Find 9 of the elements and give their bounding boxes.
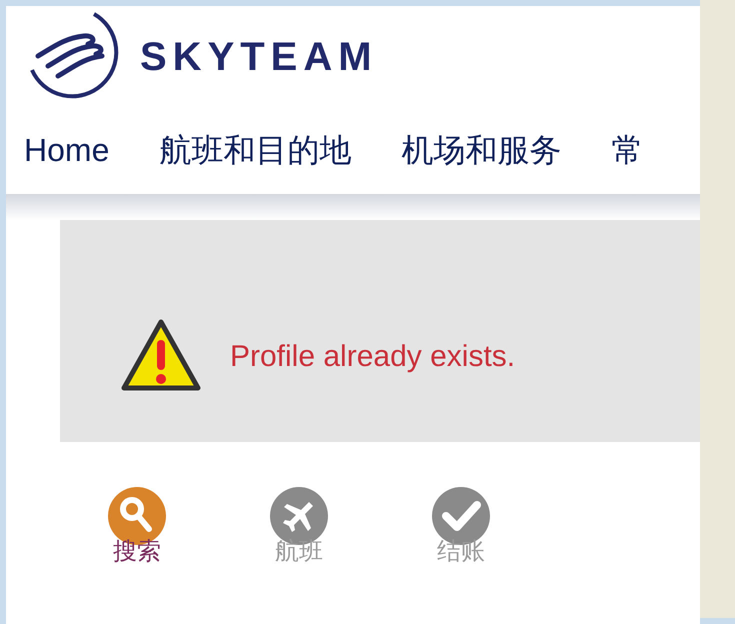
nav-link[interactable]: 常 bbox=[611, 126, 644, 174]
error-message: Profile already exists. bbox=[230, 338, 516, 374]
nav-link[interactable]: Home bbox=[24, 126, 110, 174]
nav-link[interactable]: 机场和服务 bbox=[401, 126, 562, 174]
step-label: 结账 bbox=[437, 537, 485, 567]
step-label: 航班 bbox=[275, 537, 323, 567]
brand-name: SKYTEAM bbox=[140, 34, 378, 81]
step-label: 搜索 bbox=[113, 537, 161, 567]
nav-link[interactable]: 航班和目的地 bbox=[159, 126, 352, 174]
